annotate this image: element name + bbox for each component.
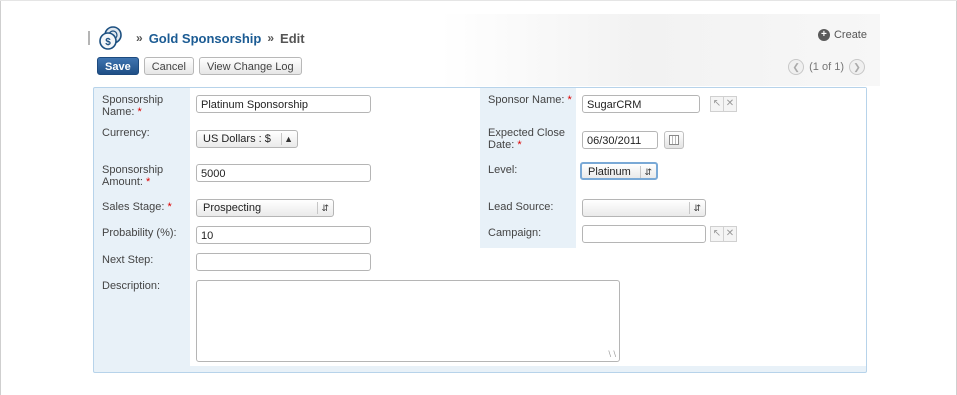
level-cell: Platinum ⇵ bbox=[576, 158, 866, 195]
select-divider bbox=[281, 133, 282, 145]
pager-label: (1 of 1) bbox=[809, 61, 844, 73]
sponsorship-name-input[interactable]: Platinum Sponsorship bbox=[196, 95, 371, 113]
probability-cell: 10 bbox=[190, 221, 480, 248]
description-label: Description: bbox=[102, 280, 161, 292]
select-cursor-icon[interactable]: ↖ bbox=[710, 96, 724, 112]
form-row: Next Step: bbox=[94, 248, 866, 274]
description-textarea[interactable]: ∖∖ bbox=[196, 280, 620, 362]
clear-x-icon[interactable]: ✕ bbox=[723, 226, 737, 242]
create-link[interactable]: + Create bbox=[817, 29, 867, 41]
expected-close-date-label: Expected Close Date: * bbox=[488, 127, 566, 151]
currency-cell: US Dollars : $ ▲ bbox=[190, 121, 480, 158]
action-buttons: Save Cancel View Change Log bbox=[97, 57, 302, 75]
select-arrows-icon: ▲ bbox=[284, 134, 293, 144]
breadcrumb-action: Edit bbox=[280, 30, 305, 46]
resize-handle-icon[interactable]: ∖∖ bbox=[607, 350, 617, 359]
calendar-icon[interactable] bbox=[664, 131, 684, 149]
form-row: Probability (%): 10 Campaign: ↖ ✕ bbox=[94, 221, 866, 248]
probability-label: Probability (%): bbox=[102, 227, 177, 239]
currency-value: US Dollars : $ bbox=[203, 133, 271, 145]
next-step-input[interactable] bbox=[196, 253, 371, 271]
next-step-label: Next Step: bbox=[102, 254, 154, 266]
select-divider bbox=[640, 166, 641, 178]
campaign-label: Campaign: bbox=[488, 227, 542, 239]
expected-close-date-cell: 06/30/2011 bbox=[576, 121, 866, 158]
lead-source-cell: ⇵ bbox=[576, 195, 866, 221]
level-select[interactable]: Platinum ⇵ bbox=[580, 162, 658, 180]
level-value: Platinum bbox=[588, 166, 631, 178]
sponsorship-amount-label: Sponsorship Amount: * bbox=[102, 164, 164, 188]
currency-label: Currency: bbox=[102, 127, 150, 139]
select-arrows-icon: ⇵ bbox=[644, 167, 652, 177]
select-arrows-icon: ⇵ bbox=[321, 203, 329, 213]
form-row: Sponsorship Name: * Platinum Sponsorship… bbox=[94, 88, 866, 121]
breadcrumb: $ » Gold Sponsorship » Edit bbox=[88, 25, 305, 51]
sales-stage-select[interactable]: Prospecting ⇵ bbox=[196, 199, 334, 217]
description-cell: ∖∖ bbox=[190, 274, 866, 366]
clear-x-icon[interactable]: ✕ bbox=[723, 96, 737, 112]
page-border-top bbox=[0, 0, 957, 1]
form-row: Description: ∖∖ bbox=[94, 274, 866, 366]
expected-close-date-input[interactable]: 06/30/2011 bbox=[582, 131, 658, 149]
sales-stage-label: Sales Stage: * bbox=[102, 201, 172, 213]
plus-icon: + bbox=[817, 29, 830, 41]
sponsor-name-label: Sponsor Name: * bbox=[488, 94, 572, 106]
sales-stage-cell: Prospecting ⇵ bbox=[190, 195, 480, 221]
currency-select[interactable]: US Dollars : $ ▲ bbox=[196, 130, 298, 148]
chevron-left-icon[interactable]: ❮ bbox=[788, 59, 805, 75]
sponsorship-coins-icon: $ bbox=[99, 26, 122, 50]
breadcrumb-divider bbox=[88, 31, 90, 45]
breadcrumb-separator: » bbox=[136, 31, 143, 45]
lead-source-label: Lead Source: bbox=[488, 201, 554, 213]
probability-input[interactable]: 10 bbox=[196, 226, 371, 244]
campaign-input[interactable] bbox=[582, 225, 706, 243]
form-row: Currency: US Dollars : $ ▲ Expected Clos… bbox=[94, 121, 866, 158]
next-step-cell bbox=[190, 248, 866, 274]
level-label: Level: bbox=[488, 164, 518, 176]
select-divider bbox=[317, 202, 318, 214]
select-divider bbox=[689, 202, 690, 214]
sponsorship-amount-input[interactable]: 5000 bbox=[196, 164, 371, 182]
create-label: Create bbox=[833, 29, 867, 41]
form-row: Sales Stage: * Prospecting ⇵ Lead Source… bbox=[94, 195, 866, 221]
chevron-right-icon[interactable]: ❯ bbox=[849, 59, 865, 75]
sponsorship-name-label: Sponsorship Name: * bbox=[102, 94, 164, 118]
save-button[interactable]: Save bbox=[97, 57, 139, 75]
breadcrumb-separator: » bbox=[267, 31, 275, 45]
edit-form-panel: Sponsorship Name: * Platinum Sponsorship… bbox=[93, 87, 867, 373]
view-change-log-button[interactable]: View Change Log bbox=[198, 57, 302, 75]
breadcrumb-record-link[interactable]: Gold Sponsorship bbox=[149, 31, 262, 46]
form-row: Sponsorship Amount: * 5000 Level: Platin… bbox=[94, 158, 866, 195]
cancel-button[interactable]: Cancel bbox=[143, 57, 194, 75]
sponsorship-name-cell: Platinum Sponsorship bbox=[190, 88, 480, 121]
sponsor-name-cell: SugarCRM ↖ ✕ bbox=[576, 88, 866, 121]
page-border-left bbox=[0, 0, 1, 395]
sponsorship-amount-cell: 5000 bbox=[190, 158, 480, 195]
campaign-cell: ↖ ✕ bbox=[576, 221, 866, 248]
lead-source-select[interactable]: ⇵ bbox=[582, 199, 706, 217]
select-arrows-icon: ⇵ bbox=[693, 203, 701, 213]
sponsor-name-input[interactable]: SugarCRM bbox=[582, 95, 700, 113]
sales-stage-value: Prospecting bbox=[203, 202, 262, 214]
select-cursor-icon[interactable]: ↖ bbox=[710, 226, 724, 242]
svg-text:$: $ bbox=[105, 37, 111, 48]
record-pager: ❮ (1 of 1) ❯ bbox=[788, 59, 865, 75]
